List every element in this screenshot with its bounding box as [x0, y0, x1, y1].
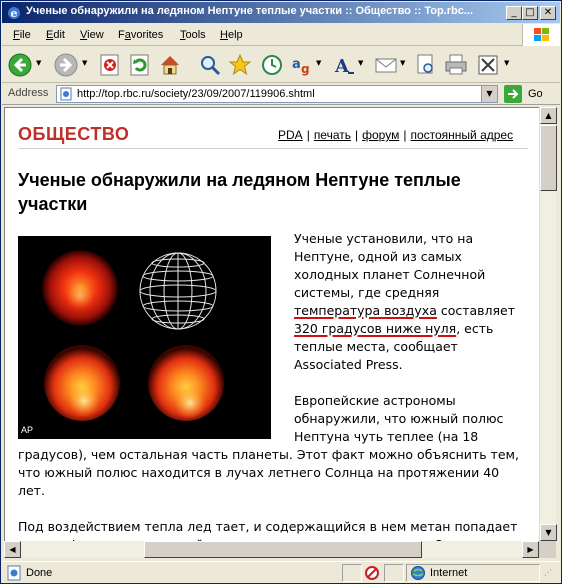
page-icon [60, 87, 72, 101]
print-icon[interactable] [444, 53, 468, 77]
stop-icon[interactable] [98, 53, 122, 77]
link-pda[interactable]: PDA [278, 128, 303, 142]
section-title: ОБЩЕСТВО [18, 124, 130, 144]
font-size-icon[interactable]: A [332, 53, 356, 77]
go-button[interactable]: Go [504, 85, 556, 103]
horizontal-scroll-thumb[interactable] [144, 541, 422, 558]
history-icon[interactable] [260, 53, 284, 77]
status-bar: Done Internet ⋰ [2, 561, 560, 583]
back-dropdown[interactable]: ▼ [36, 60, 43, 67]
title-bar[interactable]: e Ученые обнаружили на ледяном Нептуне т… [2, 2, 560, 23]
windows-logo-icon [522, 24, 560, 46]
search-icon[interactable] [198, 53, 222, 77]
forward-icon[interactable] [54, 53, 78, 77]
wireframe-globe [139, 252, 217, 330]
scroll-up-button[interactable]: ▲ [540, 107, 557, 124]
font-size-dropdown[interactable]: ▼ [358, 60, 365, 67]
back-icon[interactable] [8, 53, 32, 77]
svg-text:a: a [292, 57, 301, 72]
menu-tools[interactable]: Tools [180, 29, 206, 41]
zone-text: Internet [430, 567, 468, 579]
page-done-icon [7, 565, 21, 581]
svg-text:A: A [334, 56, 350, 77]
favorites-icon[interactable] [228, 53, 252, 77]
resize-grip-icon[interactable]: ⋰ [544, 568, 558, 582]
article-headline: Ученые обнаружили на ледяном Нептуне теп… [18, 170, 461, 214]
photo-credit: AP [21, 425, 34, 435]
neptune-photo: AP [18, 236, 271, 439]
horizontal-scrollbar[interactable]: ◀ ▶ [4, 541, 539, 558]
highlighted-phrase: 320 градусов ниже нуля [294, 321, 457, 336]
menu-file[interactable]: File [13, 29, 31, 41]
neptune-images [42, 250, 224, 421]
section-divider [18, 148, 528, 149]
link-permalink[interactable]: постоянный адрес [410, 128, 513, 142]
status-pane [384, 564, 404, 582]
svg-text:e: e [11, 7, 18, 20]
address-input[interactable]: http://top.rbc.ru/society/23/09/2007/119… [56, 85, 498, 103]
menu-view[interactable]: View [80, 29, 104, 41]
menu-help[interactable]: Help [220, 29, 243, 41]
scroll-down-button[interactable]: ▼ [540, 524, 557, 541]
go-label: Go [528, 88, 543, 100]
edit-icon[interactable] [476, 53, 500, 77]
window-title: Ученые обнаружили на ледяном Нептуне теп… [26, 5, 474, 17]
home-icon[interactable] [158, 53, 182, 77]
link-forum[interactable]: форум [362, 128, 399, 142]
svg-text:g: g [301, 62, 310, 76]
forward-dropdown[interactable]: ▼ [82, 60, 89, 67]
page-links: PDA | печать | форум | постоянный адрес [278, 128, 513, 142]
mail-icon[interactable] [374, 53, 398, 77]
article-paragraph-3: Под воздействием тепла лед тает, и содер… [18, 519, 518, 541]
vertical-scrollbar[interactable]: ▲ ▼ [539, 107, 557, 541]
menu-favorites[interactable]: Favorites [118, 29, 163, 41]
internet-explorer-icon: e [8, 7, 20, 20]
refresh-icon[interactable] [128, 53, 152, 77]
popup-blocked-icon[interactable] [364, 565, 380, 581]
minimize-button[interactable]: _ [506, 6, 522, 20]
address-dropdown-button[interactable]: ▼ [481, 86, 497, 102]
scrollbar-corner [539, 541, 556, 558]
toolbar: ▼ ▼ a g ▼ A ▼ ▼ ▼ [2, 47, 560, 83]
status-pane [342, 564, 362, 582]
maximize-button[interactable]: □ [522, 6, 538, 20]
internet-zone-icon [411, 566, 425, 580]
edit-dropdown[interactable]: ▼ [504, 60, 511, 67]
browser-window: e Ученые обнаружили на ледяном Нептуне т… [0, 0, 562, 584]
highlighted-phrase: температура воздуха [294, 303, 437, 318]
address-bar: Address http://top.rbc.ru/society/23/09/… [2, 83, 560, 105]
encoding-dropdown[interactable]: ▼ [316, 60, 323, 67]
menu-edit[interactable]: Edit [46, 29, 65, 41]
scroll-right-button[interactable]: ▶ [522, 541, 539, 558]
link-print[interactable]: печать [314, 128, 351, 142]
zone-pane [406, 564, 540, 582]
mail-dropdown[interactable]: ▼ [400, 60, 407, 67]
address-label: Address [8, 87, 49, 99]
link-separator: | [306, 128, 310, 142]
menu-bar: File Edit View Favorites Tools Help [2, 24, 560, 46]
status-text: Done [26, 567, 53, 579]
link-separator: | [355, 128, 359, 142]
go-arrow-icon [504, 85, 522, 103]
address-url: http://top.rbc.ru/society/23/09/2007/119… [77, 88, 315, 100]
vertical-scroll-thumb[interactable] [540, 125, 557, 191]
scroll-left-button[interactable]: ◀ [4, 541, 21, 558]
print-preview-icon[interactable] [414, 53, 438, 77]
link-separator: | [403, 128, 407, 142]
close-button[interactable]: ✕ [540, 6, 556, 20]
page-viewport[interactable]: ОБЩЕСТВО PDA | печать | форум | постоянный адр… [4, 107, 539, 541]
encoding-icon[interactable]: a g [290, 53, 314, 77]
